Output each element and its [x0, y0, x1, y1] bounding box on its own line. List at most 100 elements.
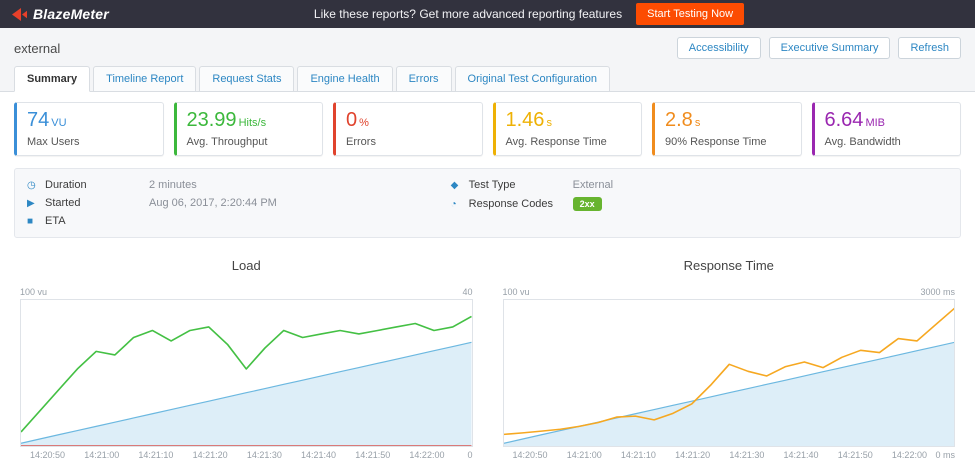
stop-icon: ■	[27, 216, 45, 227]
response-codes-badge[interactable]: 2xx	[573, 197, 602, 211]
clock-icon: ◷	[27, 180, 45, 191]
response-time-chart-legend: UsersResponse Time	[503, 460, 956, 467]
kpi-label: Avg. Response Time	[506, 136, 632, 148]
kpi-label: Avg. Bandwidth	[825, 136, 951, 148]
test-info-strip: ◷ Duration 2 minutes ▶ Started Aug 06, 2…	[14, 168, 961, 238]
kpi-number: 1.46	[506, 109, 545, 131]
kpi-value: 23.99Hits/s	[187, 109, 313, 134]
refresh-button[interactable]: Refresh	[898, 37, 961, 59]
kpi-unit: s	[546, 117, 552, 129]
info-label: Response Codes	[469, 198, 573, 210]
y-axis-right-bottom-label: 0	[445, 450, 473, 460]
kpi-value: 1.46s	[506, 109, 632, 134]
x-axis-tick: 14:21:00	[567, 450, 602, 460]
info-value: Aug 06, 2017, 2:20:44 PM	[149, 197, 277, 209]
x-axis-tick: 14:20:50	[30, 450, 65, 460]
response-time-chart	[503, 299, 956, 447]
info-label: Duration	[45, 179, 149, 191]
kpi-unit: %	[359, 117, 369, 129]
kpi-unit: s	[695, 117, 701, 129]
blazemeter-logo-icon	[12, 8, 27, 21]
response-time-chart-panel: Response Time 100 vu 3000 ms 14:20:5014:…	[503, 248, 956, 467]
x-axis-tick: 14:21:50	[838, 450, 873, 460]
kpi-number: 74	[27, 109, 49, 131]
x-axis-tick: 14:21:30	[247, 450, 282, 460]
kpi-card: 23.99Hits/s Avg. Throughput	[174, 102, 324, 156]
kpi-number: 23.99	[187, 109, 237, 131]
x-axis-tick: 14:21:20	[675, 450, 710, 460]
kpi-label: 90% Response Time	[665, 136, 791, 148]
blazemeter-logo[interactable]: BlazeMeter	[12, 6, 109, 22]
info-row-duration: ◷ Duration 2 minutes	[27, 176, 451, 194]
info-label: ETA	[45, 215, 149, 227]
y-axis-left-label: 100 vu	[20, 287, 47, 297]
x-axis-tick: 14:22:00	[892, 450, 927, 460]
axis-top-labels: 100 vu 3000 ms	[503, 287, 956, 299]
kpi-number: 6.64	[825, 109, 864, 131]
load-chart	[20, 299, 473, 447]
kpi-number: 2.8	[665, 109, 693, 131]
y-axis-left-label: 100 vu	[503, 287, 530, 297]
report-tabs: Summary Timeline Report Request Stats En…	[0, 66, 975, 92]
charts-row: Load 100 vu 40 14:20:5014:21:0014:21:101…	[0, 244, 975, 467]
start-testing-button[interactable]: Start Testing Now	[636, 3, 744, 25]
kpi-number: 0	[346, 109, 357, 131]
kpi-card: 74VU Max Users	[14, 102, 164, 156]
x-axis-tick: 14:21:50	[355, 450, 390, 460]
tab-errors[interactable]: Errors	[396, 66, 452, 92]
header-actions: Accessibility Executive Summary Refresh	[677, 37, 961, 59]
y-axis-right-label: 3000 ms	[920, 287, 955, 297]
x-axis-tick: 14:21:10	[621, 450, 656, 460]
executive-summary-button[interactable]: Executive Summary	[769, 37, 891, 59]
x-axis-ticks: 14:20:50 14:21:00 14:21:10 14:21:20 14:21:30…	[20, 450, 445, 460]
x-axis-tick: 14:22:00	[409, 450, 444, 460]
page-title: external	[14, 41, 60, 56]
kpi-unit: VU	[51, 117, 66, 129]
info-col-right: ◆ Test Type External ◔ Response Codes 2x…	[451, 176, 948, 230]
summary-content: 74VU Max Users 23.99Hits/s Avg. Throughp…	[0, 92, 975, 467]
y-axis-right-bottom-label: 0 ms	[927, 450, 955, 460]
x-axis-tick: 14:21:20	[193, 450, 228, 460]
kpi-value: 6.64MIB	[825, 109, 951, 134]
kpi-row: 74VU Max Users 23.99Hits/s Avg. Throughp…	[0, 92, 975, 164]
kpi-value: 74VU	[27, 109, 153, 134]
info-label: Test Type	[469, 179, 573, 191]
info-row-response-codes: ◔ Response Codes 2xx	[451, 194, 948, 214]
kpi-unit: MIB	[865, 117, 885, 129]
x-axis-tick: 14:21:40	[784, 450, 819, 460]
accessibility-button[interactable]: Accessibility	[677, 37, 761, 59]
kpi-value: 2.8s	[665, 109, 791, 134]
info-row-started: ▶ Started Aug 06, 2017, 2:20:44 PM	[27, 194, 451, 212]
tab-engine-health[interactable]: Engine Health	[297, 66, 392, 92]
info-row-eta: ■ ETA	[27, 212, 451, 230]
load-chart-legend: UsersHits/sError(s)	[20, 460, 473, 467]
tab-original-test-configuration[interactable]: Original Test Configuration	[455, 66, 610, 92]
x-axis-tick: 14:21:00	[84, 450, 119, 460]
response-codes-icon: ◔	[451, 199, 469, 210]
kpi-card: 6.64MIB Avg. Bandwidth	[812, 102, 962, 156]
y-axis-right-label: 40	[462, 287, 472, 297]
info-label: Started	[45, 197, 149, 209]
tab-summary[interactable]: Summary	[14, 66, 90, 92]
brand-name: BlazeMeter	[33, 6, 109, 22]
kpi-card: 2.8s 90% Response Time	[652, 102, 802, 156]
kpi-label: Max Users	[27, 136, 153, 148]
tab-request-stats[interactable]: Request Stats	[199, 66, 294, 92]
axis-top-labels: 100 vu 40	[20, 287, 473, 299]
tab-timeline-report[interactable]: Timeline Report	[93, 66, 196, 92]
x-axis-tick: 14:21:30	[729, 450, 764, 460]
info-value: 2 minutes	[149, 179, 197, 191]
chart-title: Response Time	[503, 248, 956, 287]
info-row-test-type: ◆ Test Type External	[451, 176, 948, 194]
x-axis-row: 14:20:5014:21:0014:21:1014:21:2014:21:30…	[503, 447, 956, 460]
x-axis-row: 14:20:50 14:21:00 14:21:10 14:21:20 14:21:30…	[20, 447, 473, 460]
load-chart-panel: Load 100 vu 40 14:20:5014:21:0014:21:101…	[20, 248, 473, 467]
kpi-unit: Hits/s	[239, 117, 267, 129]
chart-title: Load	[20, 248, 473, 287]
header-row: external Accessibility Executive Summary…	[0, 28, 975, 66]
info-col-left: ◷ Duration 2 minutes ▶ Started Aug 06, 2…	[27, 176, 451, 230]
x-axis-tick: 14:21:40	[301, 450, 336, 460]
kpi-label: Avg. Throughput	[187, 136, 313, 148]
x-axis-tick: 14:21:10	[138, 450, 173, 460]
kpi-label: Errors	[346, 136, 472, 148]
